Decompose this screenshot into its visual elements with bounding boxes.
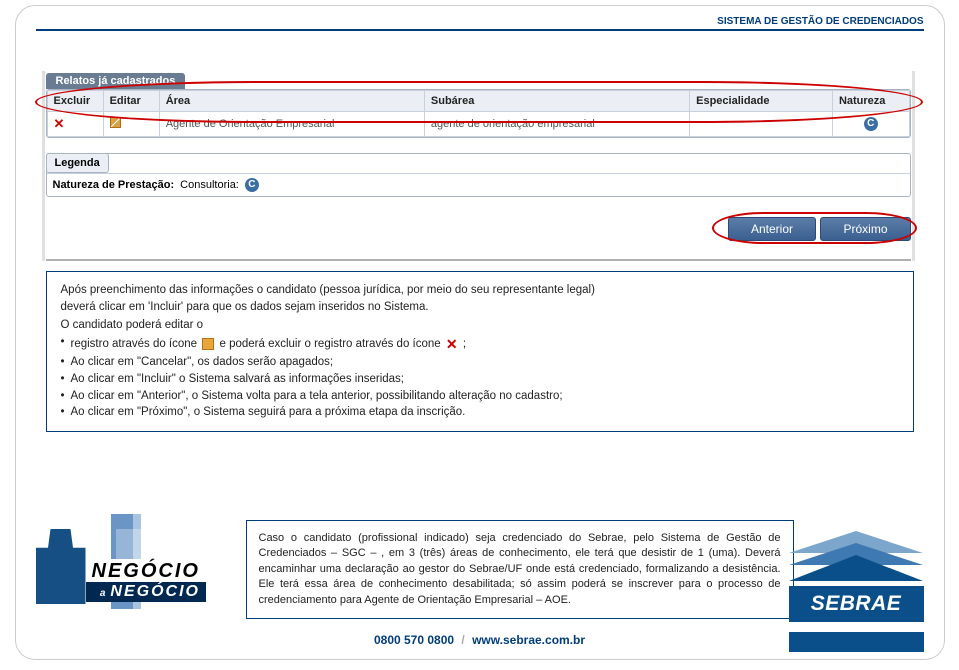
footer-phone: 0800 570 0800: [374, 633, 454, 647]
lower-area: NEGÓCIO aNEGÓCIO Caso o candidato (profi…: [36, 509, 924, 619]
legend-box: Legenda Natureza de Prestação: Consultor…: [46, 153, 911, 197]
natureza-badge: C: [864, 117, 878, 131]
col-editar: Editar: [103, 91, 159, 112]
sebrae-text: SEBRAE: [789, 586, 924, 624]
instruction-p1-a: Após preenchimento das informações o can…: [61, 282, 899, 299]
instruction-li5: Ao clicar em "Próximo", o Sistema seguir…: [61, 404, 899, 421]
edit-icon[interactable]: [110, 117, 121, 128]
prev-button[interactable]: Anterior: [728, 217, 816, 241]
nav-buttons: Anterior Próximo: [46, 217, 911, 241]
cell-especialidade: [690, 112, 833, 137]
system-title: SISTEMA DE GESTÃO DE CREDENCIADOS: [36, 16, 924, 27]
cell-area: Agente de Orientação Empresarial: [159, 112, 424, 137]
records-table: Excluir Editar Área Subárea Especialidad…: [47, 90, 910, 137]
edit-icon-inline: [202, 338, 214, 350]
col-excluir: Excluir: [47, 91, 103, 112]
negocio-text-1: NEGÓCIO: [86, 559, 206, 584]
cell-subarea: agente de orientação empresarial: [424, 112, 689, 137]
instruction-li3: Ao clicar em "Incluir" o Sistema salvará…: [61, 371, 899, 388]
sebrae-logo: SEBRAE: [789, 531, 924, 624]
instruction-p1-b: deverá clicar em 'Incluir' para que os d…: [61, 299, 899, 316]
section-tab: Relatos já cadastrados: [46, 73, 186, 89]
legend-badge: C: [245, 178, 259, 192]
footer-url: www.sebrae.com.br: [472, 633, 585, 647]
header-divider: [36, 29, 924, 31]
legend-label-text: Natureza de Prestação:: [53, 179, 175, 191]
instruction-li2: Ao clicar em "Cancelar", os dados serão …: [61, 354, 899, 371]
screenshot-divider: [46, 259, 911, 261]
legend-tab: Legenda: [46, 153, 109, 173]
next-button[interactable]: Próximo: [820, 217, 910, 241]
screenshot-area: Relatos já cadastrados Excluir Editar Ár…: [46, 71, 911, 261]
delete-icon[interactable]: ✕: [54, 116, 65, 131]
instruction-box: Após preenchimento das informações o can…: [46, 271, 914, 432]
table-row: ✕ Agente de Orientação Empresarial agent…: [47, 112, 909, 137]
legend-value: Consultoria:: [180, 179, 239, 191]
negocio-text-2: aNEGÓCIO: [86, 582, 206, 602]
delete-icon-inline: ✕: [446, 336, 458, 352]
instruction-li1: registro através do ícone e poderá exclu…: [61, 334, 899, 354]
col-area: Área: [159, 91, 424, 112]
col-natureza: Natureza: [832, 91, 909, 112]
instruction-p2: O candidato poderá editar o: [61, 317, 899, 334]
col-subarea: Subárea: [424, 91, 689, 112]
negocio-logo: NEGÓCIO aNEGÓCIO: [36, 509, 236, 619]
info-box: Caso o candidato (profissional indicado)…: [246, 520, 794, 619]
instruction-li4: Ao clicar em "Anterior", o Sistema volta…: [61, 388, 899, 405]
table-header-row: Excluir Editar Área Subárea Especialidad…: [47, 91, 909, 112]
col-especialidade: Especialidade: [690, 91, 833, 112]
records-table-wrap: Excluir Editar Área Subárea Especialidad…: [46, 89, 911, 138]
footer: 0800 570 0800 / www.sebrae.com.br: [16, 633, 944, 647]
